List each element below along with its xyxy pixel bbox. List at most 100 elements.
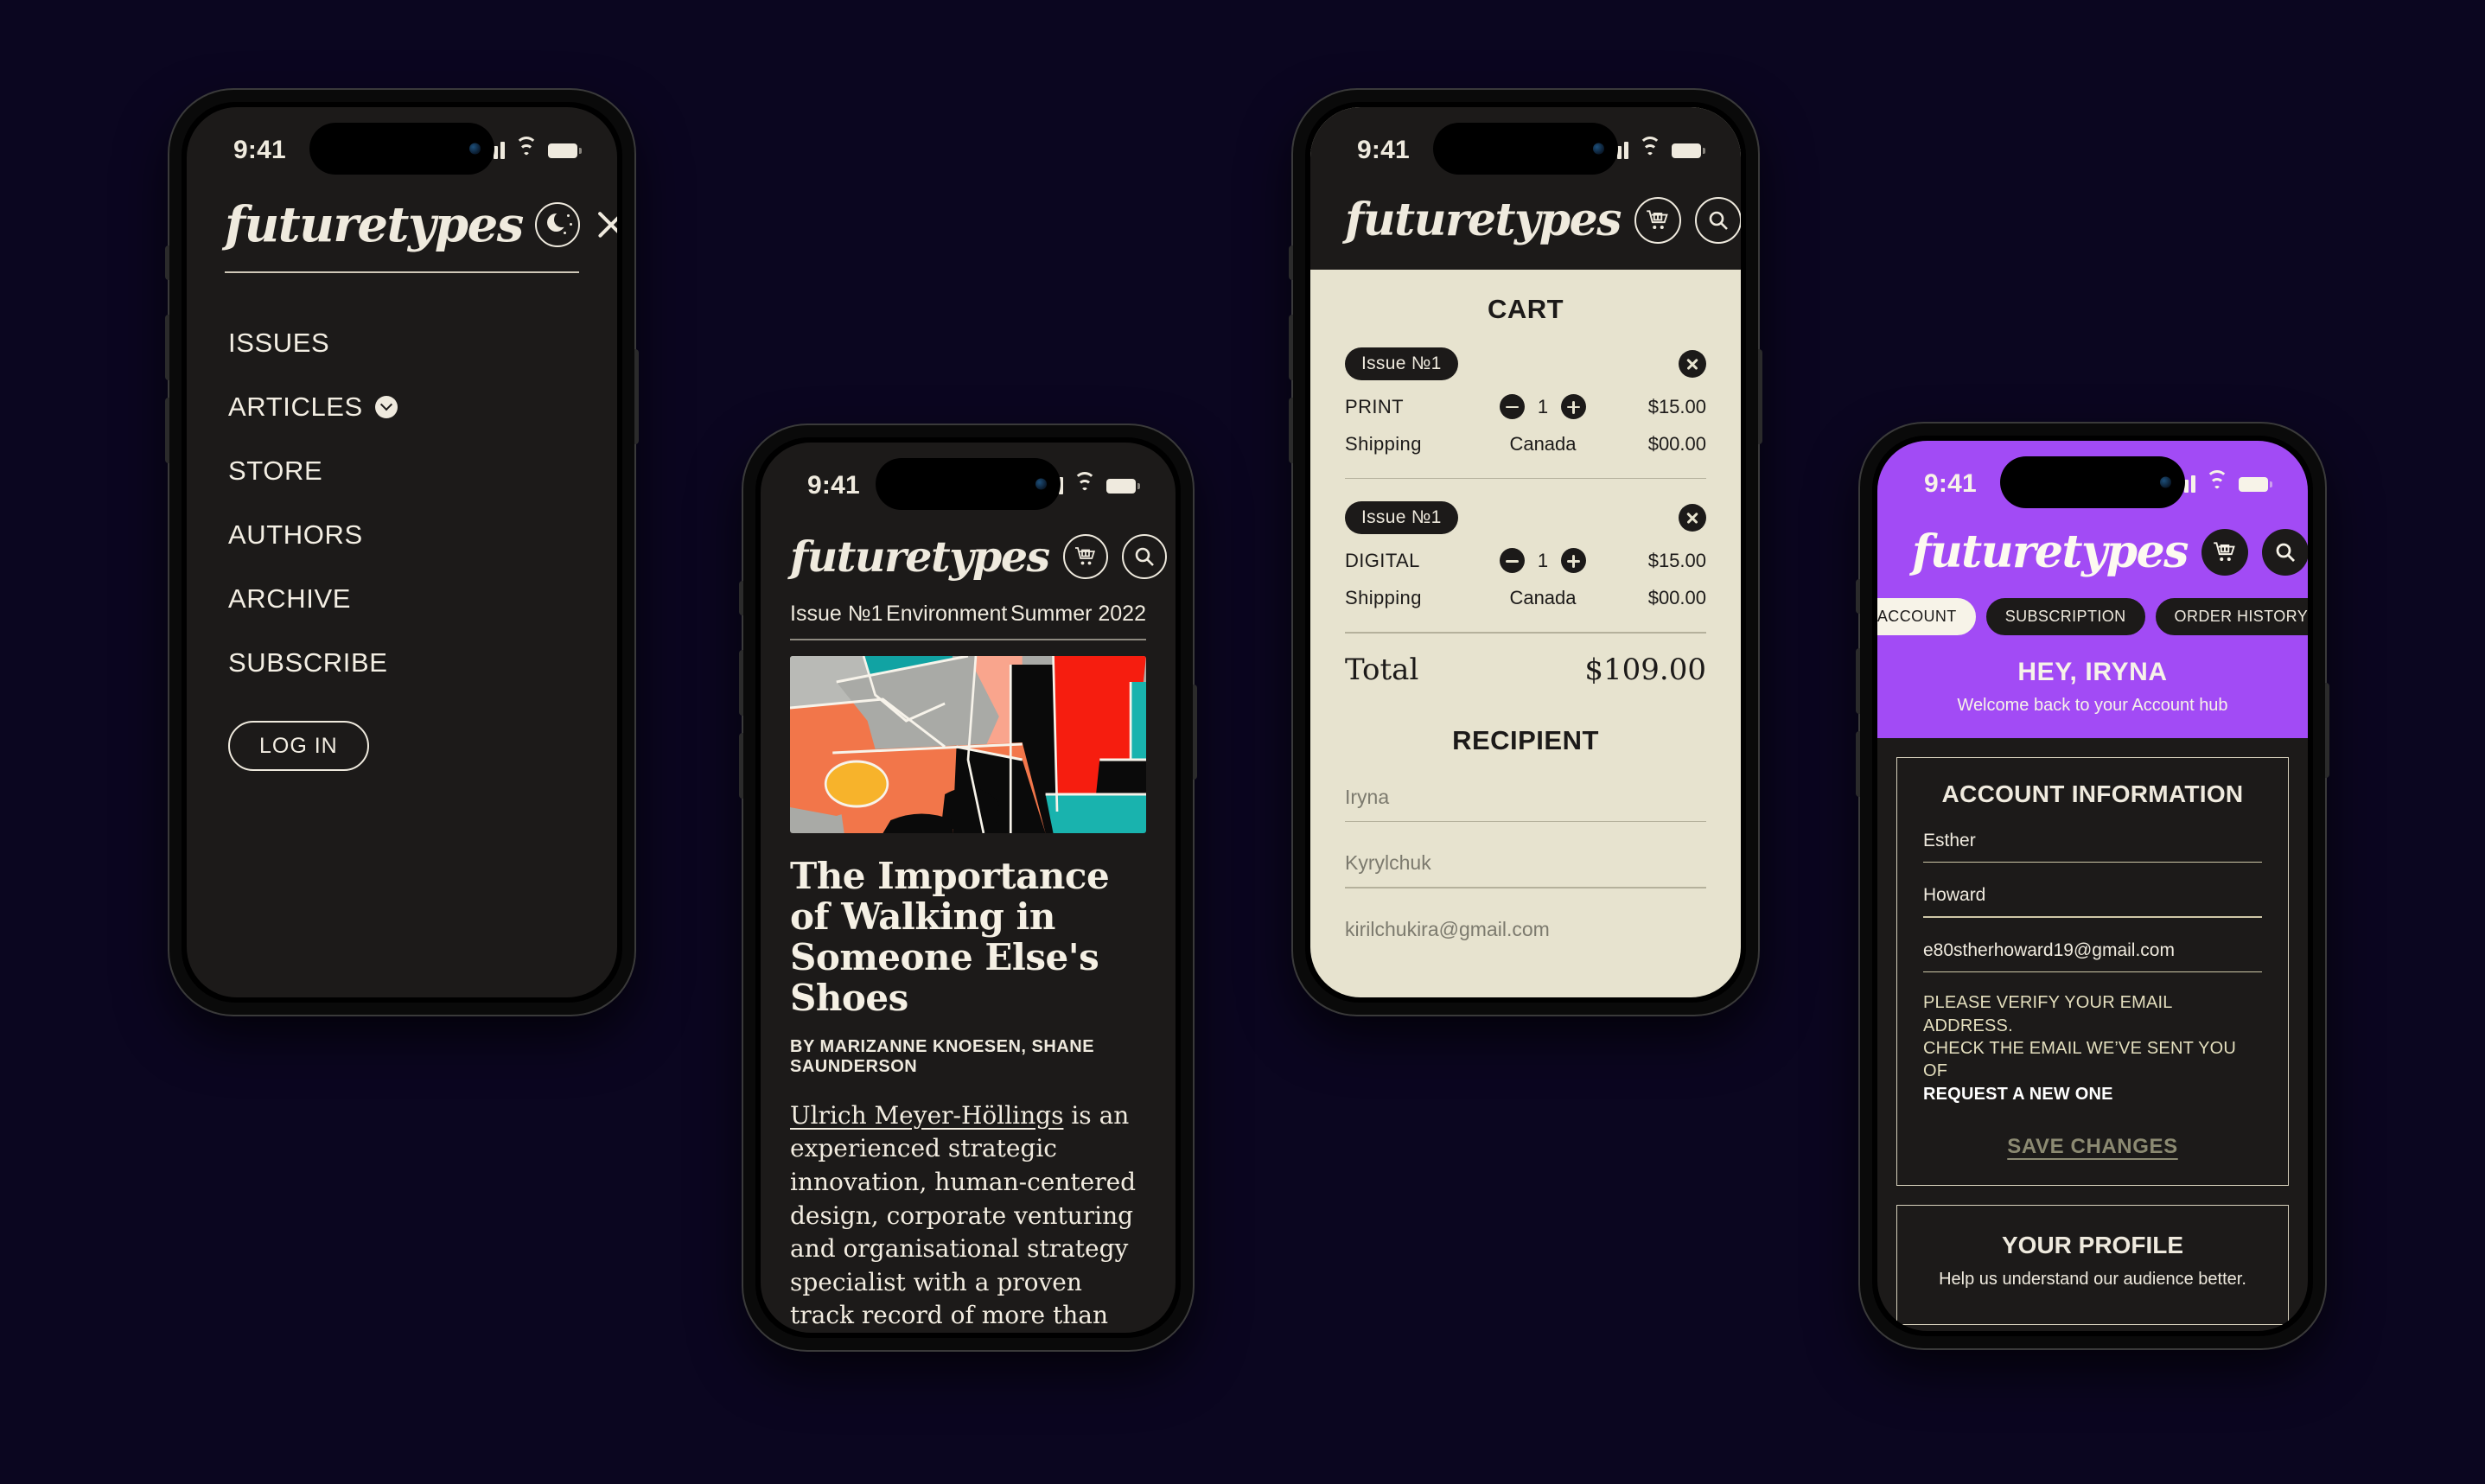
email-verification-notice: PLEASE VERIFY YOUR EMAIL ADDRESS. CHECK … — [1923, 972, 2262, 1105]
format-label: PRINT — [1345, 395, 1404, 417]
battery-icon — [1672, 143, 1705, 158]
tab-account[interactable]: ACCOUNT — [1877, 598, 1976, 635]
wifi-icon — [2206, 470, 2228, 493]
quantity-stepper[interactable]: 1 — [1475, 394, 1611, 419]
sidebar-item-archive[interactable]: ARCHIVE — [228, 567, 579, 631]
menu-header: futuretypes — [187, 175, 617, 249]
cart-book-icon[interactable] — [1062, 534, 1108, 579]
status-time: 9:41 — [1924, 469, 1977, 498]
volume-up-button[interactable] — [1289, 315, 1293, 380]
total-label: Total — [1345, 652, 1419, 687]
menu-screen: 9:41 futuretypes ISSUES ARTICLES STORE A… — [187, 107, 617, 997]
brand-logo[interactable]: futuretypes — [1912, 530, 2189, 575]
recipient-last-name-field[interactable]: Kyrylchuk — [1345, 822, 1706, 888]
cart-screen: 9:41 futuretypes CART Issue №1 PRINT 1 $… — [1310, 107, 1741, 997]
phone-mockup-account: 9:41 futuretypes ACCOUNT SUBSCRIPTION OR… — [1856, 424, 2329, 1348]
last-name-field[interactable]: Howard — [1923, 863, 2262, 918]
save-changes-button[interactable]: SAVE CHANGES — [2007, 1135, 2177, 1158]
wifi-icon — [1074, 472, 1096, 494]
issue-chip[interactable]: Issue №1 — [1345, 501, 1458, 535]
sidebar-item-issues[interactable]: ISSUES — [228, 311, 579, 375]
sidebar-item-authors[interactable]: AUTHORS — [228, 503, 579, 567]
cart-item-header: Issue №1 — [1345, 501, 1706, 535]
profile-card-title: YOUR PROFILE — [2001, 1232, 2183, 1259]
volume-down-button[interactable] — [1289, 398, 1293, 463]
your-profile-card[interactable]: YOUR PROFILE Help us understand our audi… — [1896, 1205, 2289, 1326]
close-icon[interactable] — [592, 206, 617, 244]
silent-switch[interactable] — [1856, 579, 1860, 614]
sidebar-item-subscribe[interactable]: SUBSCRIBE — [228, 631, 579, 695]
phone-bezel: 9:41 futuretypes — [755, 437, 1181, 1338]
silent-switch[interactable] — [1289, 245, 1293, 280]
item-price: $15.00 — [1647, 549, 1706, 571]
field-value: Howard — [1923, 885, 1986, 906]
menu-item-label: AUTHORS — [228, 519, 363, 550]
power-button[interactable] — [634, 349, 639, 444]
chevron-down-icon[interactable] — [374, 396, 398, 418]
cart-book-icon[interactable] — [2201, 529, 2248, 576]
sidebar-item-store[interactable]: STORE — [228, 439, 579, 503]
account-screen: 9:41 futuretypes ACCOUNT SUBSCRIPTION OR… — [1877, 441, 2308, 1331]
search-icon[interactable] — [1121, 534, 1167, 579]
search-icon[interactable] — [2261, 529, 2308, 576]
recipient-first-name-field[interactable]: Iryna — [1345, 756, 1706, 823]
field-value: Kyrylchuk — [1345, 851, 1431, 875]
remove-item-icon[interactable] — [1679, 350, 1706, 378]
volume-down-button[interactable] — [165, 398, 169, 463]
cart-item-shipping-row: Shipping Canada $00.00 — [1345, 587, 1706, 609]
phone-mockup-menu: 9:41 futuretypes ISSUES ARTICLES STORE A… — [165, 90, 639, 1015]
phone-mockup-article: 9:41 futuretypes Issue №1 Environment Su… — [739, 425, 1197, 1350]
season-label: Summer 2022 — [1010, 602, 1146, 626]
cart-item-format-row: PRINT 1 $15.00 — [1345, 394, 1706, 419]
meta-divider — [790, 639, 1146, 640]
first-name-field[interactable]: Esther — [1923, 808, 2262, 863]
log-in-button[interactable]: LOG IN — [228, 721, 369, 771]
mockup-stage: 9:41 futuretypes ISSUES ARTICLES STORE A… — [0, 0, 2485, 1484]
tab-order-history[interactable]: ORDER HISTORY — [2155, 598, 2308, 635]
increment-button[interactable] — [1561, 394, 1586, 419]
article-title: The Importance of Walking in Someone Els… — [790, 854, 1110, 1019]
phone-mockup-cart: 9:41 futuretypes CART Issue №1 PRINT 1 $… — [1289, 90, 1762, 1015]
increment-button[interactable] — [1561, 548, 1586, 574]
volume-up-button[interactable] — [739, 650, 743, 716]
volume-up-button[interactable] — [1856, 648, 1860, 714]
volume-down-button[interactable] — [739, 733, 743, 799]
phone-bezel: 9:41 futuretypes — [1872, 436, 2313, 1336]
brand-logo[interactable]: futuretypes — [225, 201, 524, 249]
article-screen: 9:41 futuretypes Issue №1 Environment Su… — [761, 443, 1176, 1333]
issue-chip[interactable]: Issue №1 — [1345, 347, 1458, 380]
dark-mode-toggle-icon[interactable] — [534, 202, 580, 247]
cart-header: futuretypes — [1310, 175, 1741, 244]
field-value: Esther — [1923, 831, 1976, 850]
search-icon[interactable] — [1694, 197, 1741, 244]
recipient-email-field[interactable]: kirilchukira@gmail.com — [1345, 888, 1706, 953]
silent-switch[interactable] — [739, 581, 743, 615]
article-meta: Issue №1 Environment Summer 2022 — [761, 579, 1176, 627]
quantity-stepper[interactable]: 1 — [1475, 548, 1611, 574]
decrement-button[interactable] — [1500, 394, 1525, 419]
brand-logo[interactable]: futuretypes — [790, 535, 1050, 578]
volume-down-button[interactable] — [1856, 731, 1860, 797]
tab-subscription[interactable]: SUBSCRIPTION — [1985, 598, 2145, 635]
verify-line-2: CHECK THE EMAIL WE’VE SENT YOU OF — [1923, 1038, 2237, 1081]
menu-list: ISSUES ARTICLES STORE AUTHORS ARCHIVE SU… — [187, 273, 617, 695]
silent-switch[interactable] — [165, 245, 169, 280]
cart-book-icon[interactable] — [1634, 197, 1681, 244]
power-button[interactable] — [1193, 685, 1197, 780]
remove-item-icon[interactable] — [1679, 504, 1706, 532]
article-header: futuretypes — [761, 510, 1176, 579]
cart-total: Total $109.00 — [1345, 634, 1706, 687]
sidebar-item-articles[interactable]: ARTICLES — [228, 375, 579, 439]
shipping-region: Canada — [1509, 433, 1577, 455]
article-byline: BY MARIZANNE KNOESEN, SHANE SAUNDERSON — [790, 1036, 1095, 1076]
volume-up-button[interactable] — [165, 315, 169, 380]
status-time: 9:41 — [233, 136, 286, 164]
power-button[interactable] — [2325, 683, 2329, 778]
brand-logo[interactable]: futuretypes — [1345, 198, 1622, 243]
email-field[interactable]: e80stherhoward19@gmail.com — [1923, 918, 2262, 973]
decrement-button[interactable] — [1500, 548, 1525, 574]
author-link[interactable]: Ulrich Meyer-Höllings — [790, 1101, 1063, 1130]
save-changes-row: SAVE CHANGES — [1923, 1105, 2262, 1159]
request-new-email-link[interactable]: REQUEST A NEW ONE — [1923, 1085, 2113, 1104]
power-button[interactable] — [1758, 349, 1762, 444]
